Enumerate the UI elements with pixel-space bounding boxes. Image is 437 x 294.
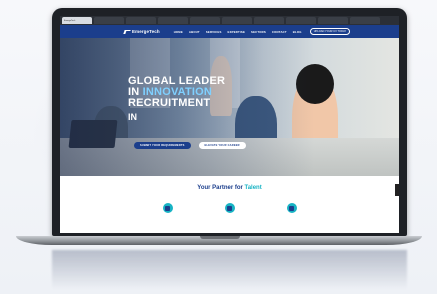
browser-tab-bar: EmergeTech xyxy=(60,16,399,25)
partner-title-prefix: Your Partner for xyxy=(197,185,245,191)
site-navbar: EmergeTech HOME ABOUT SERVICES EXPERTISE… xyxy=(60,25,399,38)
laptop-notch xyxy=(200,236,240,239)
upload-cv-button[interactable]: UPLOAD YOUR CV TODAY xyxy=(309,28,351,35)
browser-tab[interactable] xyxy=(190,17,220,24)
side-scroll-tab[interactable] xyxy=(395,184,399,196)
browser-tab[interactable] xyxy=(222,17,252,24)
submit-requirements-button[interactable]: SUBMIT YOUR REQUIREMENTS xyxy=(134,142,191,149)
menu-item-home[interactable]: HOME xyxy=(174,30,183,34)
menu-item-sectors[interactable]: SECTORS xyxy=(251,30,266,34)
hero-banner: GLOBAL LEADER IN INNOVATION RECRUITMENT … xyxy=(60,38,399,176)
logo-text: EmergeTech xyxy=(132,29,160,34)
browser-tab-active[interactable]: EmergeTech xyxy=(62,17,92,24)
feature-people-icon xyxy=(162,203,173,213)
partner-section: Your Partner for Talent xyxy=(60,176,399,233)
headline-line3: RECRUITMENT xyxy=(128,97,211,109)
feature-icons xyxy=(60,203,399,213)
browser-tab[interactable] xyxy=(158,17,188,24)
logo-mark-icon xyxy=(123,29,131,34)
menu-item-about[interactable]: ABOUT xyxy=(189,30,200,34)
browser-tab[interactable] xyxy=(350,17,380,24)
feature-calendar-icon xyxy=(224,203,235,213)
main-menu: HOME ABOUT SERVICES EXPERTISE SECTORS CO… xyxy=(174,30,302,34)
browser-tab[interactable] xyxy=(126,17,156,24)
site-logo[interactable]: EmergeTech xyxy=(123,29,160,34)
menu-item-contact[interactable]: CONTACT xyxy=(272,30,287,34)
browser-tab[interactable] xyxy=(318,17,348,24)
hero-buttons: SUBMIT YOUR REQUIREMENTS ELEVATE YOUR CA… xyxy=(134,142,246,149)
browser-tab[interactable] xyxy=(286,17,316,24)
feature-document-icon xyxy=(286,203,297,213)
screen-reflection xyxy=(52,250,407,294)
laptop: EmergeTech EmergeTech HOME ABOUT SERVICE… xyxy=(52,8,407,236)
hero-headline: GLOBAL LEADER IN INNOVATION RECRUITMENT … xyxy=(128,76,225,123)
laptop-screen: EmergeTech EmergeTech HOME ABOUT SERVICE… xyxy=(60,16,399,233)
partner-title-accent: Talent xyxy=(244,185,262,191)
hero-overlay xyxy=(60,38,399,176)
menu-item-blog[interactable]: BLOG xyxy=(293,30,302,34)
menu-item-expertise[interactable]: EXPERTISE xyxy=(228,30,246,34)
menu-item-services[interactable]: SERVICES xyxy=(206,30,222,34)
browser-tab[interactable] xyxy=(254,17,284,24)
partner-title: Your Partner for Talent xyxy=(60,185,399,191)
browser-tab[interactable] xyxy=(94,17,124,24)
typed-text: IN xyxy=(128,112,137,122)
elevate-career-button[interactable]: ELEVATE YOUR CAREER xyxy=(198,142,246,149)
